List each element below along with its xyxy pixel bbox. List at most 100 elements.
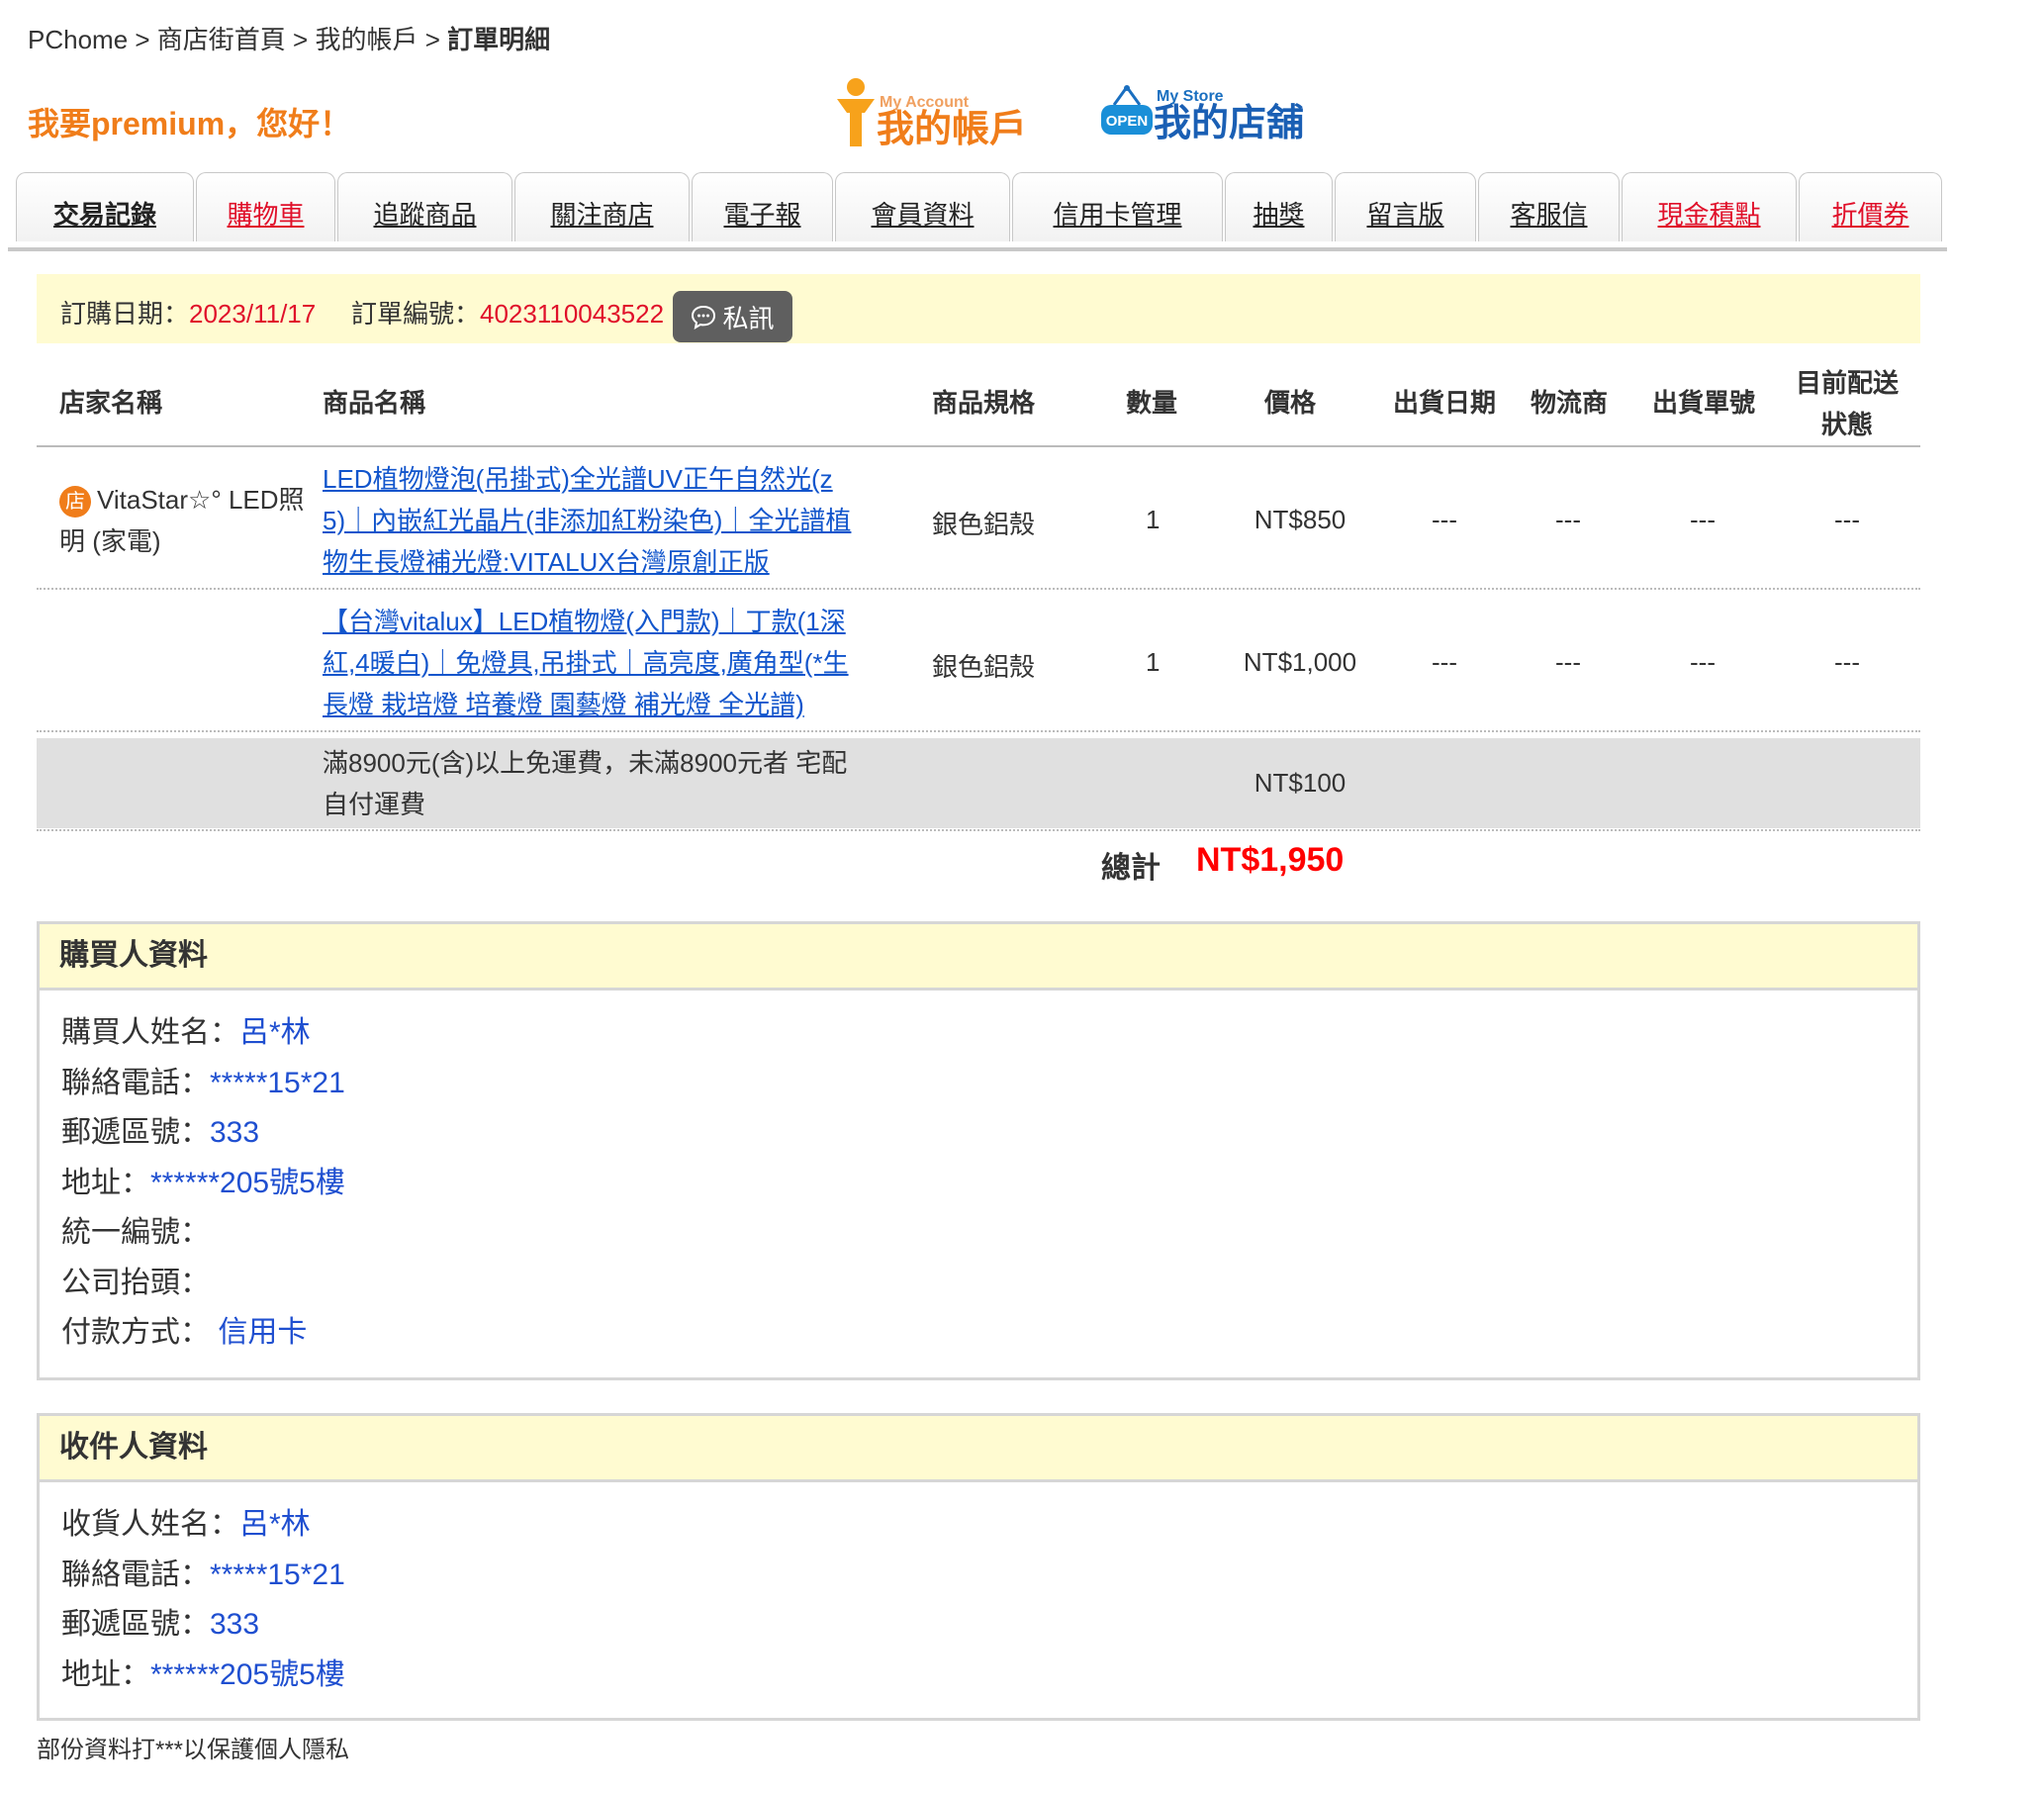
tab-service-mail[interactable]: 客服信 <box>1478 172 1620 241</box>
product-price: NT$850 <box>1254 505 1347 534</box>
field-label: 聯絡電話： <box>61 1558 210 1591</box>
tab-tracked-items[interactable]: 追蹤商品 <box>337 172 512 241</box>
col-status-line2: 狀態 <box>1821 410 1874 439</box>
product-link[interactable]: 【台灣vitalux】LED植物燈(入門款)｜丁款(1深 紅,4暖白)｜免燈具,… <box>323 601 865 725</box>
header-divider <box>37 445 1920 447</box>
product-spec: 銀色鋁殼 <box>932 510 1036 539</box>
ship-date: --- <box>1432 647 1457 677</box>
my-account-label: 我的帳戶 <box>877 109 1028 150</box>
tab-bar: 交易記錄 購物車 追蹤商品 關注商店 電子報 會員資料 信用卡管理 抽獎 留言版… <box>8 172 1947 251</box>
buyer-payment-method: 付款方式： 信用卡 <box>61 1308 1917 1359</box>
tab-cart[interactable]: 購物車 <box>196 172 335 241</box>
my-store-logo[interactable]: OPEN My Store 我的店舖 <box>1100 85 1304 142</box>
delivery-status: --- <box>1834 647 1860 677</box>
row-divider <box>37 730 1920 732</box>
order-number-value: 4023110043522 <box>480 299 665 329</box>
my-account-logo[interactable]: My Account 我的帳戶 <box>835 77 1027 148</box>
private-message-button[interactable]: 私訊 <box>673 291 792 342</box>
breadcrumb-separator: > <box>418 25 448 54</box>
shipping-fee: NT$100 <box>1254 768 1347 798</box>
col-status: 目前配送 狀態 <box>1796 362 1899 445</box>
store-name-line1: VitaStar☆° LED照 <box>97 485 305 515</box>
row-divider <box>37 829 1920 831</box>
product-price: NT$1,000 <box>1243 647 1357 677</box>
field-label: 郵遞區號： <box>61 1608 210 1641</box>
field-value: *****15*21 <box>210 1066 345 1099</box>
product-link[interactable]: LED植物燈泡(吊掛式)全光譜UV正午自然光(z 5)｜內嵌紅光晶片(非添加紅粉… <box>323 458 865 583</box>
order-date-label: 訂購日期： <box>60 299 190 329</box>
tab-cash-points[interactable]: 現金積點 <box>1622 172 1797 241</box>
tab-coupons[interactable]: 折價券 <box>1799 172 1942 241</box>
store-icon: 店 <box>59 486 91 519</box>
product-qty: 1 <box>1146 647 1161 677</box>
field-label: 公司抬頭： <box>61 1266 210 1299</box>
col-store: 店家名稱 <box>59 388 163 418</box>
greeting-text: 我要premium，您好！ <box>28 106 352 142</box>
breadcrumb-pchome[interactable]: PChome <box>28 25 128 54</box>
shipping-rule-line2: 自付運費 <box>323 790 426 819</box>
shipping-fee-rule: 滿8900元(含)以上免運費，未滿8900元者 宅配 自付運費 <box>323 742 847 825</box>
shipping-fee-row <box>37 738 1920 828</box>
receiver-phone: 聯絡電話：*****15*21 <box>61 1551 1917 1601</box>
total-label: 總計 <box>1101 852 1161 885</box>
buyer-info-title: 購買人資料 <box>40 924 1917 991</box>
total-amount: NT$1,950 <box>1196 841 1345 879</box>
tab-newsletter[interactable]: 電子報 <box>692 172 833 241</box>
receiver-info-title: 收件人資料 <box>40 1416 1917 1482</box>
col-carrier: 物流商 <box>1531 388 1609 418</box>
person-icon <box>837 78 875 146</box>
field-label: 統一編號： <box>61 1216 210 1249</box>
buyer-company-title: 公司抬頭： <box>61 1259 1917 1309</box>
tab-lottery[interactable]: 抽獎 <box>1225 172 1333 241</box>
field-label: 地址： <box>61 1166 150 1199</box>
field-label: 收貨人姓名： <box>61 1508 239 1541</box>
product-spec: 銀色鋁殼 <box>932 652 1036 682</box>
col-product: 商品名稱 <box>323 388 426 418</box>
privacy-footnote: 部份資料打***以保護個人隱私 <box>37 1737 350 1763</box>
store-name[interactable]: 店 VitaStar☆° LED照 明 (家電) <box>59 479 317 562</box>
receiver-info-section: 收件人資料 收貨人姓名：呂*林 聯絡電話：*****15*21 郵遞區號：333… <box>37 1413 1920 1721</box>
tab-message-board[interactable]: 留言版 <box>1335 172 1476 241</box>
buyer-name: 購買人姓名：呂*林 <box>61 1008 1917 1059</box>
breadcrumb: PChome > 商店街首頁 > 我的帳戶 > 訂單明細 <box>28 20 550 56</box>
tab-credit-card[interactable]: 信用卡管理 <box>1012 172 1223 241</box>
product-qty: 1 <box>1146 505 1161 534</box>
breadcrumb-separator: > <box>128 25 157 54</box>
receiver-name: 收貨人姓名：呂*林 <box>61 1500 1917 1551</box>
ship-number: --- <box>1690 647 1716 677</box>
order-number: 訂單編號：4023110043522 <box>351 294 664 331</box>
buyer-tax-id: 統一編號： <box>61 1208 1917 1259</box>
delivery-status: --- <box>1834 505 1860 534</box>
field-label: 購買人姓名： <box>61 1016 239 1049</box>
breadcrumb-my-account[interactable]: 我的帳戶 <box>315 25 418 54</box>
field-value: ******205號5樓 <box>150 1166 345 1199</box>
buyer-info-section: 購買人資料 購買人姓名：呂*林 聯絡電話：*****15*21 郵遞區號：333… <box>37 921 1920 1380</box>
field-value: *****15*21 <box>210 1558 345 1591</box>
product-name-line: LED植物燈泡(吊掛式)全光譜UV正午自然光(z <box>323 464 833 494</box>
receiver-postal-code: 郵遞區號：333 <box>61 1600 1917 1651</box>
product-name-line: 5)｜內嵌紅光晶片(非添加紅粉染色)｜全光譜植 <box>323 506 852 535</box>
col-ship-no: 出貨單號 <box>1652 388 1756 418</box>
receiver-address: 地址：******205號5樓 <box>61 1651 1917 1701</box>
field-label: 聯絡電話： <box>61 1066 210 1099</box>
product-name-line: 紅,4暖白)｜免燈具,吊掛式｜高亮度,廣角型(*生 <box>323 648 849 678</box>
field-value: 信用卡 <box>210 1316 308 1349</box>
field-value: 333 <box>210 1116 260 1149</box>
col-price: 價格 <box>1264 388 1317 418</box>
field-value: 呂*林 <box>239 1016 311 1049</box>
col-status-line1: 目前配送 <box>1796 368 1900 398</box>
field-value: ******205號5樓 <box>150 1657 345 1691</box>
buyer-phone: 聯絡電話：*****15*21 <box>61 1059 1917 1109</box>
product-name-line: 【台灣vitalux】LED植物燈(入門款)｜丁款(1深 <box>323 607 846 636</box>
tab-followed-stores[interactable]: 關注商店 <box>514 172 690 241</box>
ship-date: --- <box>1432 505 1457 534</box>
tab-transactions[interactable]: 交易記錄 <box>16 172 194 241</box>
chat-bubble-icon <box>692 305 716 330</box>
field-label: 郵遞區號： <box>61 1116 210 1149</box>
shipping-rule-line1: 滿8900元(含)以上免運費，未滿8900元者 宅配 <box>323 748 848 778</box>
breadcrumb-store-home[interactable]: 商店街首頁 <box>157 25 286 54</box>
order-date: 訂購日期：2023/11/17 <box>60 294 316 331</box>
col-qty: 數量 <box>1126 388 1178 418</box>
tab-member-info[interactable]: 會員資料 <box>835 172 1010 241</box>
row-divider <box>37 588 1920 590</box>
